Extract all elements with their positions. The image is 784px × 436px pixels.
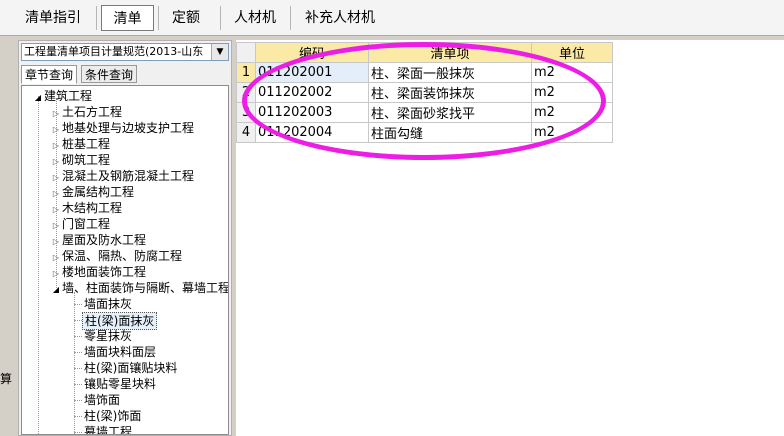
tree-guide [74, 292, 75, 434]
cell-unit[interactable]: m2 [531, 102, 613, 123]
cell-unit[interactable]: m2 [531, 62, 613, 83]
tree-guide [74, 416, 82, 417]
tree-leaf[interactable]: 镶贴零星块料 [84, 376, 156, 392]
tree-leaf[interactable]: 柱(梁)饰面 [84, 408, 141, 424]
tree-guide [74, 304, 82, 305]
column-header-item[interactable]: 清单项 [368, 42, 532, 63]
tab-labor-material[interactable]: 人材机 [226, 5, 284, 31]
cell-item[interactable]: 柱面勾缝 [368, 122, 532, 143]
row-number: 1 [236, 62, 256, 83]
tree-item[interactable]: ▷ 保温、隔热、防腐工程 [50, 248, 182, 264]
tree-item[interactable]: ▷ 砌筑工程 [50, 152, 110, 168]
tree-item[interactable]: ▷ 门窗工程 [50, 216, 110, 232]
tree-guide [74, 336, 82, 337]
tab-condition-query[interactable]: 条件查询 [81, 65, 138, 83]
row-number: 2 [236, 82, 256, 103]
cell-code[interactable]: 011202002 [255, 82, 369, 103]
cell-code[interactable]: 011202003 [255, 102, 369, 123]
tree-item[interactable]: ▷ 桩基工程 [50, 136, 110, 152]
tree-item[interactable]: ▷ 地基处理与边坡支护工程 [50, 120, 194, 136]
tree-leaf[interactable]: 墙面抹灰 [84, 296, 132, 312]
tree-guide [38, 96, 39, 434]
cell-item[interactable]: 柱、梁面装饰抹灰 [368, 82, 532, 103]
tree-item[interactable]: ▷ 金属结构工程 [50, 184, 134, 200]
tree-guide [74, 320, 82, 321]
tab-quota[interactable]: 定额 [162, 5, 210, 31]
tree-item-expanded[interactable]: ◢ 墙、柱面装饰与隔断、幕墙工程 [50, 280, 228, 298]
tab-separator [290, 6, 291, 30]
tab-chapter-query[interactable]: 章节查询 [21, 65, 78, 84]
row-number: 4 [236, 122, 256, 143]
row-number-header [236, 42, 256, 63]
tab-separator [158, 6, 159, 30]
tree-guide [74, 352, 82, 353]
tree-guide [74, 400, 82, 401]
tree-item[interactable]: ▷ 混凝土及钢筋混凝土工程 [50, 168, 194, 184]
grid-header-row: 编码 清单项 单位 [236, 42, 613, 63]
triangle-down-icon[interactable]: ◢ [32, 90, 44, 106]
left-panel: 工程量清单项目计量规范(2013-山东 ▼ 章节查询 条件查询 ◢ 建筑工程 ▷ 土… [18, 40, 232, 436]
list-grid-panel: 编码 清单项 单位 1 011202001 柱、梁面一般抹灰 m2 2 0112… [236, 40, 784, 436]
tree-guide [74, 432, 82, 433]
cell-unit[interactable]: m2 [531, 122, 613, 143]
column-header-code[interactable]: 编码 [255, 42, 369, 63]
tab-supplement-labor-material[interactable]: 补充人材机 [294, 5, 386, 31]
spec-combo[interactable]: 工程量清单项目计量规范(2013-山东 ▼ [21, 43, 229, 61]
tab-separator [220, 6, 221, 30]
tree-leaf[interactable]: 墙饰面 [84, 392, 120, 408]
tree-leaf[interactable]: 幕墙工程 [84, 424, 132, 434]
cell-item[interactable]: 柱、梁面砂浆找平 [368, 102, 532, 123]
chevron-down-icon[interactable]: ▼ [211, 44, 228, 60]
tab-list[interactable]: 清单 [101, 5, 154, 31]
tree-item[interactable]: ▷ 木结构工程 [50, 200, 122, 216]
table-row[interactable]: 2 011202002 柱、梁面装饰抹灰 m2 [236, 82, 613, 103]
tree-guide [74, 368, 82, 369]
spec-combo-value: 工程量清单项目计量规范(2013-山东 [24, 45, 204, 58]
tab-list-guide[interactable]: 清单指引 [14, 5, 92, 31]
tree-guide [74, 384, 82, 385]
tree-item[interactable]: ▷ 土石方工程 [50, 104, 122, 120]
list-grid: 编码 清单项 单位 1 011202001 柱、梁面一般抹灰 m2 2 0112… [236, 42, 613, 143]
tree-leaf[interactable]: 零星抹灰 [84, 328, 132, 344]
top-tab-bar: 清单指引 清单 定额 人材机 补充人材机 [0, 0, 784, 36]
chapter-tree: ◢ 建筑工程 ▷ 土石方工程 ▷ 地基处理与边坡支护工程 ▷ 桩基工程 ▷ 砌筑工程 ▷ 混… [21, 85, 229, 435]
tree-leaf[interactable]: 墙面块料面层 [84, 344, 156, 360]
tree-leaf[interactable]: 柱(梁)面镶贴块料 [84, 360, 177, 376]
triangle-down-icon[interactable]: ◢ [50, 282, 62, 298]
table-row[interactable]: 4 011202004 柱面勾缝 m2 [236, 122, 613, 143]
cell-unit[interactable]: m2 [531, 82, 613, 103]
cell-item[interactable]: 柱、梁面一般抹灰 [368, 62, 532, 83]
table-row[interactable]: 1 011202001 柱、梁面一般抹灰 m2 [236, 62, 613, 83]
cell-code[interactable]: 011202001 [255, 62, 369, 83]
column-header-unit[interactable]: 单位 [531, 42, 613, 63]
table-row[interactable]: 3 011202003 柱、梁面砂浆找平 m2 [236, 102, 613, 123]
tree-item[interactable]: ▷ 楼地面装饰工程 [50, 264, 146, 280]
tab-separator [96, 6, 97, 30]
tree-item[interactable]: ▷ 屋面及防水工程 [50, 232, 146, 248]
cell-code[interactable]: 011202004 [255, 122, 369, 143]
tree-root[interactable]: ◢ 建筑工程 [32, 88, 92, 104]
stray-text: 算 [0, 372, 13, 386]
row-number: 3 [236, 102, 256, 123]
